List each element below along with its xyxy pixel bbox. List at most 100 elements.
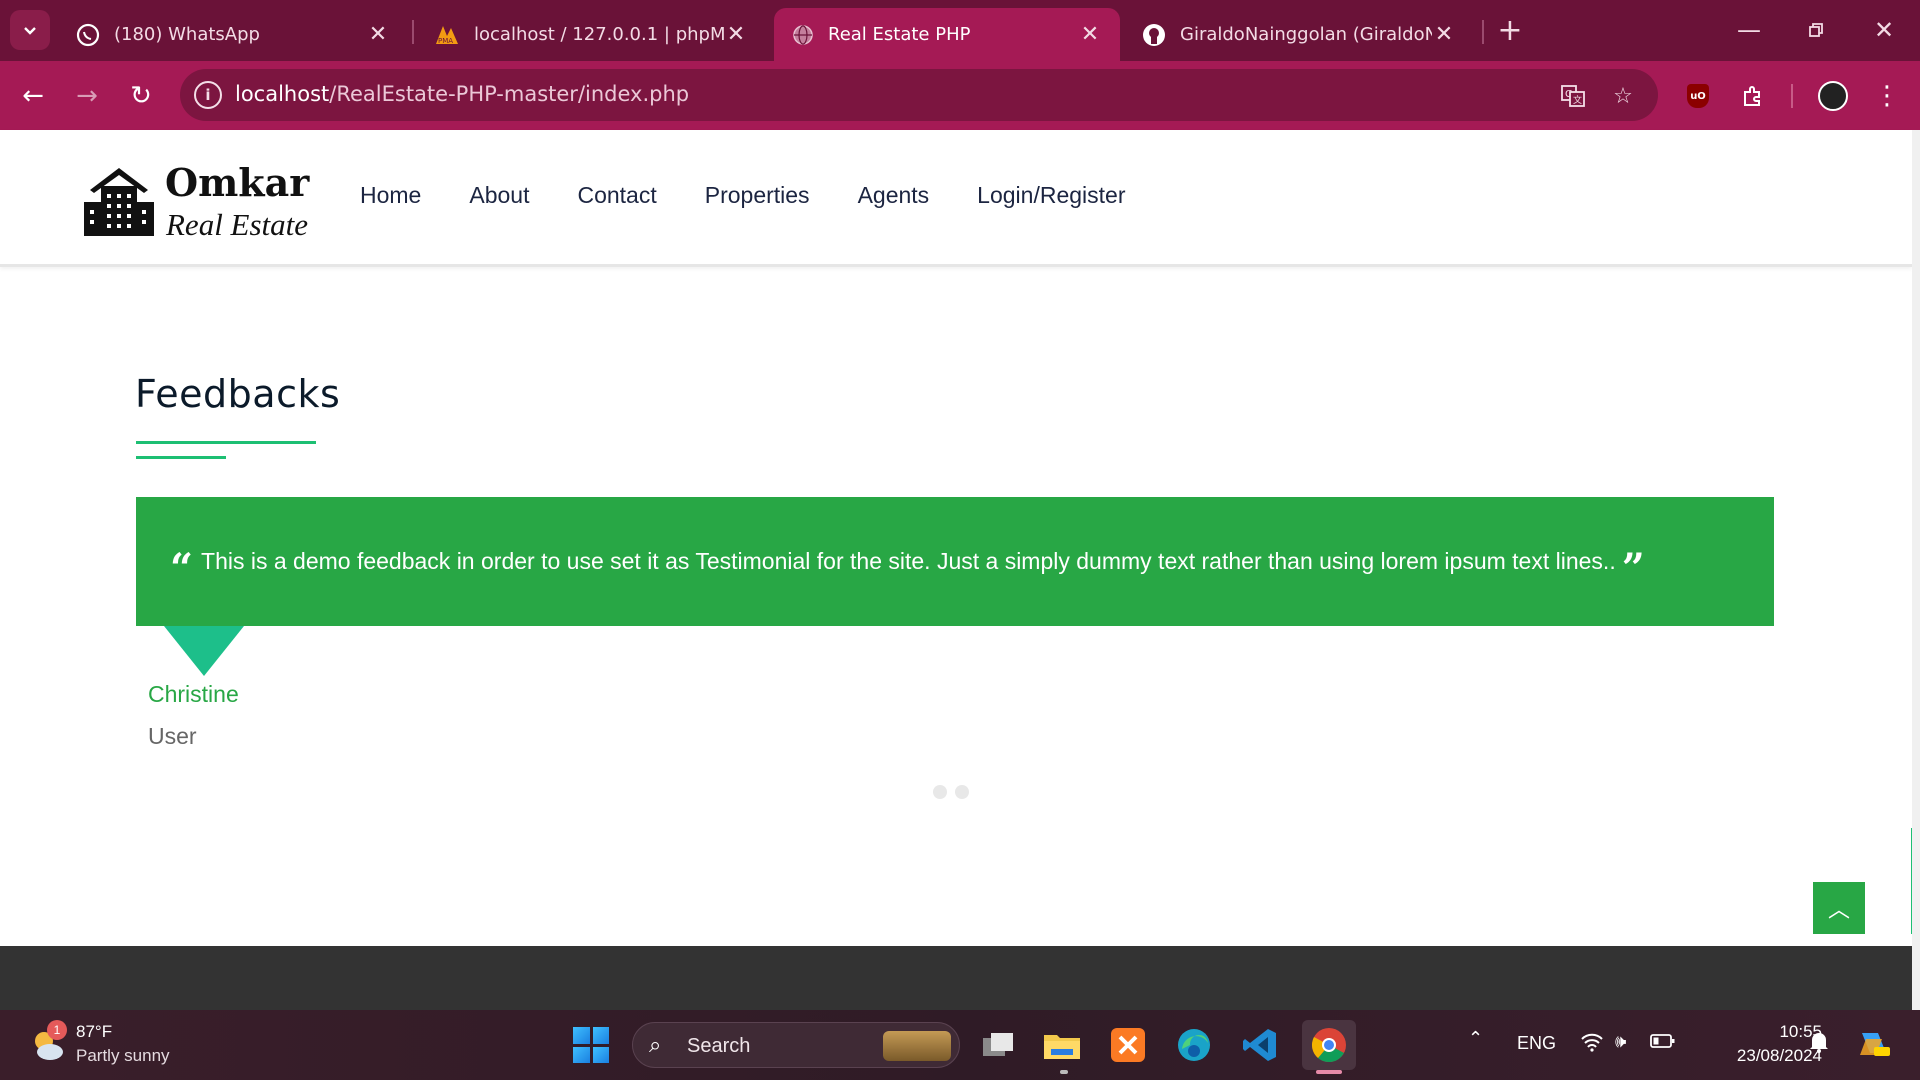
weather-description[interactable]: Partly sunny (76, 1046, 170, 1066)
windows-taskbar: 1 87°F Partly sunny ⌕ Search ⌃ ENG 🕪 10:… (0, 1010, 1920, 1080)
tab-separator (1482, 20, 1484, 44)
tab-real-estate-php[interactable]: Real Estate PHP ✕ (774, 8, 1120, 61)
folder-icon (1044, 1035, 1080, 1059)
chrome-icon (1311, 1028, 1346, 1063)
vscode-icon (1243, 1029, 1276, 1061)
show-hidden-icons-button[interactable]: ⌃ (1468, 1028, 1483, 1049)
nav-home[interactable]: Home (360, 182, 421, 209)
windows-logo-tile (592, 1046, 609, 1063)
main-nav: Home About Contact Properties Agents Log… (360, 182, 1173, 209)
carousel-dot[interactable] (955, 785, 969, 799)
edge-icon (1178, 1029, 1210, 1061)
running-indicator (1060, 1070, 1068, 1074)
translate-glyph: G文 (1561, 85, 1585, 107)
bell-glyph (1810, 1033, 1828, 1053)
tab-title: Real Estate PHP (828, 24, 971, 45)
site-footer (0, 946, 1912, 1010)
testimonial-role: User (148, 723, 197, 749)
plus-icon: + (1497, 12, 1523, 48)
globe-icon (793, 24, 813, 45)
tab-title: (180) WhatsApp (114, 24, 260, 45)
taskbar-xampp[interactable] (1106, 1023, 1150, 1067)
page-scrollbar[interactable] (1912, 130, 1920, 1010)
close-window-button[interactable]: ✕ (1866, 12, 1902, 48)
windows-logo-tile (573, 1046, 590, 1063)
url-path: /RealEstate-PHP-master/index.php (329, 82, 690, 106)
svg-text:PMA: PMA (438, 37, 453, 45)
notification-bell-icon[interactable] (1808, 1030, 1830, 1059)
volume-icon[interactable]: 🕪 (1615, 1031, 1626, 1052)
forward-button[interactable]: → (68, 77, 106, 115)
title-underline (136, 441, 316, 444)
task-view-icon (983, 1033, 1013, 1056)
logo-name[interactable]: Omkar (165, 160, 309, 205)
url-host: localhost (235, 82, 330, 106)
taskbar-file-explorer[interactable] (1040, 1023, 1084, 1067)
tab-search-button[interactable] (10, 10, 50, 50)
restore-button[interactable] (1798, 12, 1834, 48)
url-text[interactable]: localhost/RealEstate-PHP-master/index.ph… (235, 82, 689, 106)
logo-subtitle[interactable]: Real Estate (166, 207, 308, 243)
taskbar-vscode[interactable] (1238, 1023, 1282, 1067)
wifi-glyph (1581, 1033, 1603, 1052)
restore-icon (1809, 23, 1823, 37)
nav-properties[interactable]: Properties (705, 182, 810, 209)
wifi-icon[interactable] (1580, 1032, 1604, 1057)
taskbar-chrome[interactable] (1302, 1020, 1356, 1070)
site-header: Omkar Real Estate Home About Contact Pro… (0, 130, 1912, 267)
battery-glyph (1650, 1034, 1675, 1048)
translate-icon[interactable]: G文 (1558, 81, 1588, 111)
bookmark-star-icon[interactable]: ☆ (1608, 81, 1638, 111)
tab-whatsapp[interactable]: (180) WhatsApp ✕ (58, 8, 408, 61)
weather-temperature[interactable]: 87°F (76, 1022, 112, 1042)
tab-github[interactable]: GiraldoNainggolan (GiraldoNair ✕ (1124, 8, 1474, 61)
reload-button[interactable]: ↻ (122, 77, 160, 115)
battery-icon[interactable] (1650, 1032, 1676, 1055)
windows-logo-tile (592, 1027, 609, 1044)
tab-title: GiraldoNainggolan (GiraldoNair (1180, 24, 1432, 45)
minimize-button[interactable]: — (1731, 12, 1767, 48)
scroll-to-top-button[interactable]: ︿ (1813, 882, 1865, 934)
nav-contact[interactable]: Contact (577, 182, 656, 209)
svg-text:文: 文 (1573, 94, 1582, 106)
clock-date[interactable]: 23/08/2024 (1700, 1046, 1822, 1066)
whatsapp-icon (76, 23, 100, 46)
close-icon[interactable]: ✕ (1078, 22, 1102, 47)
chevron-up-icon: ⌃ (1468, 1028, 1484, 1048)
ublock-icon: uO (1687, 84, 1709, 108)
address-bar[interactable]: i localhost/RealEstate-PHP-master/index.… (180, 69, 1658, 121)
close-icon[interactable]: ✕ (366, 22, 390, 47)
copilot-icon[interactable] (1856, 1025, 1892, 1066)
carousel-dot[interactable] (933, 785, 947, 799)
close-icon[interactable]: ✕ (1432, 22, 1456, 47)
taskbar-task-view[interactable] (976, 1023, 1020, 1067)
start-button[interactable] (573, 1027, 609, 1063)
taskbar-edge[interactable] (1172, 1023, 1216, 1067)
reload-icon: ↻ (130, 81, 152, 111)
back-button[interactable]: ← (14, 77, 52, 115)
new-tab-button[interactable]: + (1494, 12, 1526, 48)
profile-button[interactable] (1814, 77, 1852, 115)
phpmyadmin-icon: PMA (436, 25, 458, 45)
taskbar-search[interactable]: ⌕ Search (632, 1022, 960, 1068)
minimize-icon: — (1737, 16, 1761, 44)
taskbar-search-label: Search (687, 1035, 751, 1057)
section-title: Feedbacks (135, 372, 341, 416)
github-icon (1143, 23, 1165, 46)
close-icon[interactable]: ✕ (724, 22, 748, 47)
puzzle-icon (1744, 86, 1760, 106)
site-info-icon[interactable]: i (194, 81, 222, 109)
tab-phpmyadmin[interactable]: PMA localhost / 127.0.0.1 | phpMyAd ✕ (416, 8, 766, 61)
testimonial-pointer (164, 626, 244, 676)
language-indicator[interactable]: ENG (1517, 1033, 1556, 1054)
ublock-extension-button[interactable]: uO (1679, 77, 1717, 115)
windows-logo-tile (573, 1027, 590, 1044)
extensions-button[interactable] (1734, 77, 1772, 115)
testimonial-card: “ This is a demo feedback in order to us… (136, 497, 1774, 626)
nav-login-register[interactable]: Login/Register (977, 182, 1125, 209)
chrome-menu-button[interactable]: ⋮ (1868, 77, 1906, 115)
nav-about[interactable]: About (469, 182, 529, 209)
tab-title: localhost / 127.0.0.1 | phpMyAd (474, 24, 724, 45)
nav-agents[interactable]: Agents (858, 182, 930, 209)
building-logo-icon[interactable] (84, 164, 154, 236)
